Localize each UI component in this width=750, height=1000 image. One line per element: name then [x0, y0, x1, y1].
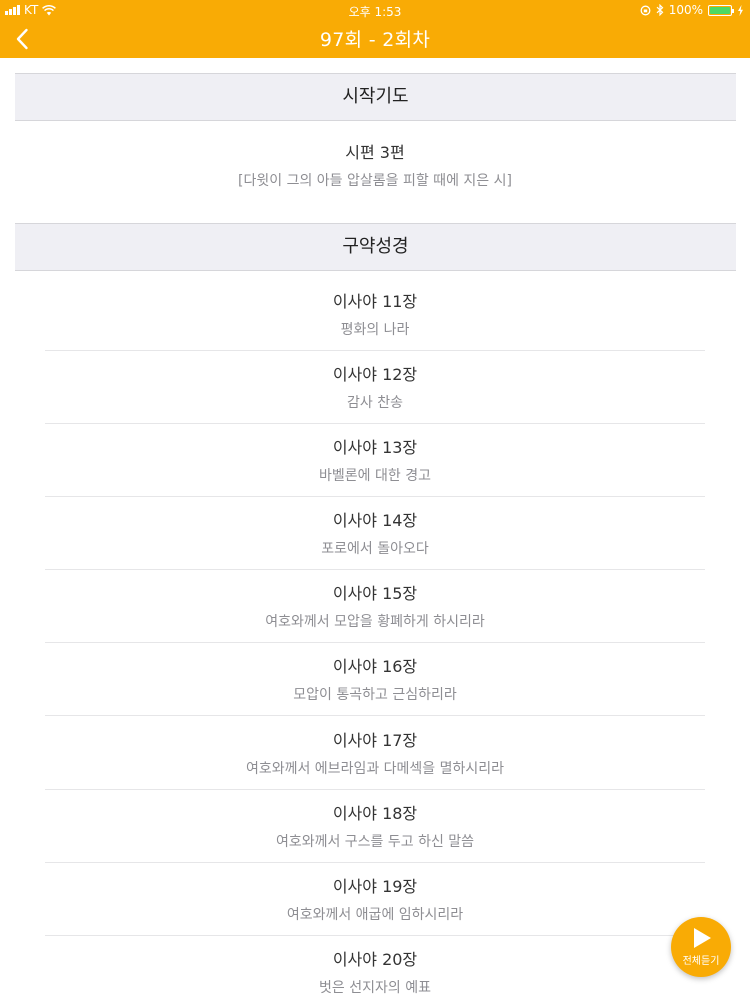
play-all-label: 전체듣기: [682, 956, 720, 967]
item-title: 이사야 13장: [332, 438, 418, 457]
divider: [45, 935, 705, 936]
divider: [45, 569, 705, 570]
item-title: 이사야 12장: [332, 365, 418, 384]
divider: [45, 789, 705, 790]
item-subtitle: 여호와께서 모압을 황폐하게 하시리라: [265, 614, 485, 630]
item-subtitle: [다윗이 그의 아들 압살롬을 피할 때에 지은 시]: [238, 173, 512, 189]
item-subtitle: 바벨론에 대한 경고: [319, 468, 431, 484]
divider: [45, 642, 705, 643]
status-time: 오후 1:53: [348, 5, 402, 19]
divider: [45, 350, 705, 351]
item-subtitle: 포로에서 돌아오다: [321, 541, 429, 557]
item-title: 이사야 14장: [332, 511, 418, 530]
item-title: 이사야 11장: [332, 292, 418, 311]
charging-icon: [738, 4, 743, 16]
list-item[interactable]: 이사야 20장 벗은 선지자의 예표: [45, 950, 705, 997]
divider: [45, 862, 705, 863]
play-icon: [694, 928, 711, 948]
rotation-lock-icon: [640, 5, 651, 15]
item-title: 이사야 15장: [332, 584, 418, 603]
status-right: 100%: [640, 3, 744, 17]
page-title: 97회 - 2회차: [319, 29, 431, 51]
list-item[interactable]: 이사야 11장 평화의 나라: [45, 292, 705, 339]
item-subtitle: 벗은 선지자의 예표: [319, 980, 431, 996]
nav-bar: 97회 - 2회차: [0, 20, 750, 58]
section-header-old-testament: 구약성경: [15, 223, 736, 271]
battery-icon: [708, 4, 734, 16]
list-item[interactable]: 이사야 13장 바벨론에 대한 경고: [45, 438, 705, 485]
divider: [45, 496, 705, 497]
item-subtitle: 감사 찬송: [347, 395, 403, 411]
divider: [45, 715, 705, 716]
list-item[interactable]: 이사야 14장 포로에서 돌아오다: [45, 511, 705, 558]
item-title: 시편 3편: [345, 143, 405, 162]
app-screen: KT 오후 1:53 100% 97회 - 2회차 시작기도 시편 3편 [다윗…: [0, 0, 750, 1000]
status-bar: KT 오후 1:53 100%: [0, 0, 750, 20]
section-header-opening-prayer: 시작기도: [15, 73, 736, 121]
item-subtitle: 모압이 통곡하고 근심하리라: [293, 687, 457, 703]
list-item[interactable]: 이사야 18장 여호와께서 구스를 두고 하신 말씀: [45, 804, 705, 851]
play-all-button[interactable]: 전체듣기: [671, 917, 731, 977]
divider: [45, 423, 705, 424]
battery-percent: 100%: [668, 3, 703, 17]
item-title: 이사야 20장: [332, 950, 418, 969]
item-title: 이사야 18장: [332, 804, 418, 823]
top-bar: KT 오후 1:53 100% 97회 - 2회차: [0, 0, 750, 58]
item-title: 이사야 19장: [332, 877, 418, 896]
item-subtitle: 여호와께서 에브라임과 다메섹을 멸하시리라: [245, 761, 505, 777]
item-subtitle: 평화의 나라: [340, 322, 410, 338]
list-item[interactable]: 이사야 12장 감사 찬송: [45, 365, 705, 412]
list-item[interactable]: 이사야 16장 모압이 통곡하고 근심하리라: [45, 657, 705, 704]
list-item[interactable]: 이사야 15장 여호와께서 모압을 황폐하게 하시리라: [45, 584, 705, 631]
item-subtitle: 여호와께서 애굽에 임하시리라: [286, 907, 464, 923]
list-item[interactable]: 이사야 19장 여호와께서 애굽에 임하시리라: [45, 877, 705, 924]
item-title: 이사야 17장: [332, 731, 418, 750]
bluetooth-icon: [656, 4, 664, 16]
list-item[interactable]: 시편 3편 [다윗이 그의 아들 압살롬을 피할 때에 지은 시]: [45, 143, 705, 190]
item-title: 이사야 16장: [332, 657, 418, 676]
item-subtitle: 여호와께서 구스를 두고 하신 말씀: [275, 834, 475, 850]
list-item[interactable]: 이사야 17장 여호와께서 에브라임과 다메섹을 멸하시리라: [45, 731, 705, 778]
